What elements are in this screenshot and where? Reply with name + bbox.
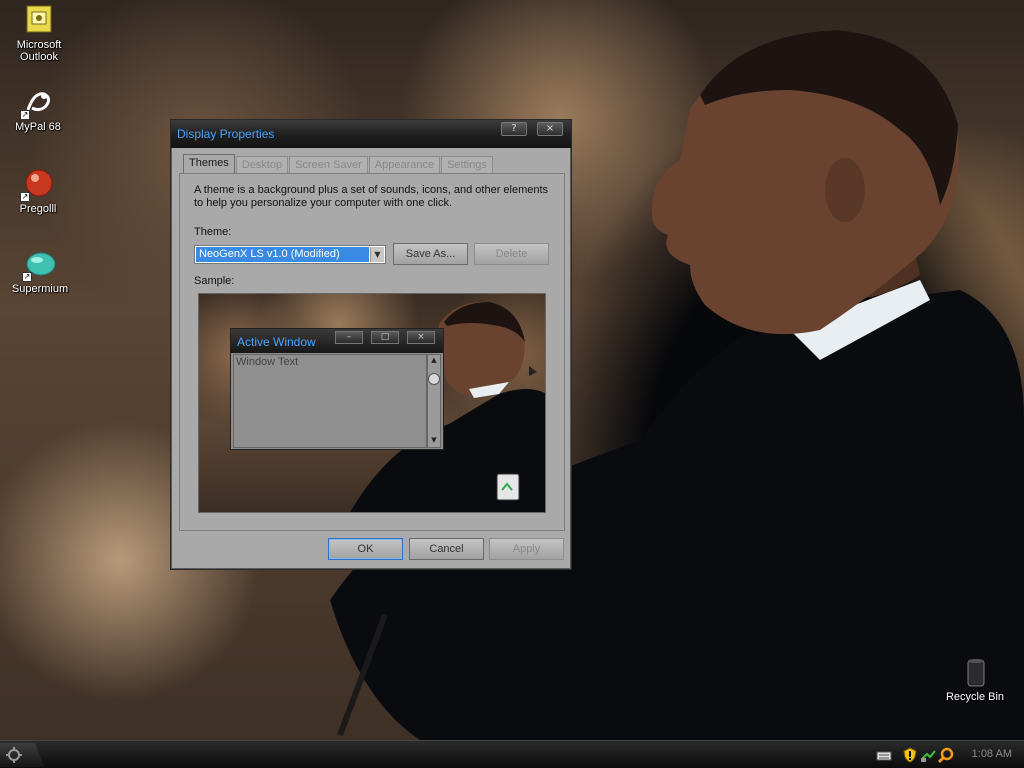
preview-active-window: Active Window – □ × Window Text ▲ ▼ <box>230 328 444 450</box>
desktop-icon-label: Outlook <box>20 51 58 63</box>
themes-description: A theme is a background plus a set of so… <box>194 184 549 209</box>
desktop-icon-label: Microsoft <box>16 39 62 51</box>
apply-button[interactable]: Apply <box>489 538 564 560</box>
recycle-bin-icon <box>959 656 991 688</box>
outlook-icon <box>23 4 55 36</box>
chevron-down-icon[interactable]: ▼ <box>370 247 384 262</box>
scroll-down-icon: ▼ <box>431 436 437 444</box>
shortcut-arrow-icon: ↗ <box>22 272 32 282</box>
ok-button[interactable]: OK <box>328 538 403 560</box>
shortcut-arrow-icon: ↗ <box>20 192 30 202</box>
system-tray: 1:08 AM <box>874 741 1024 768</box>
display-properties-dialog: Display Properties ? × Themes Desktop Sc… <box>170 119 572 570</box>
preview-scrollbar: ▲ ▼ <box>427 354 441 448</box>
tab-appearance[interactable]: Appearance <box>368 156 441 174</box>
theme-select[interactable]: NeoGenX LS v1.0 (Modified) ▼ <box>194 245 386 264</box>
preview-window-body: Window Text <box>233 354 427 448</box>
dialog-title: Display Properties <box>177 127 275 141</box>
delete-button[interactable]: Delete <box>474 243 549 265</box>
maximize-icon: □ <box>371 331 399 344</box>
preview-window-text: Window Text <box>236 356 299 368</box>
shortcut-arrow-icon: ↗ <box>20 110 30 120</box>
tab-desktop[interactable]: Desktop <box>235 156 289 174</box>
close-icon: × <box>407 331 435 344</box>
close-button[interactable]: × <box>537 122 563 136</box>
theme-label: Theme: <box>194 226 232 238</box>
desktop-icon-label: Supermium <box>11 283 69 295</box>
search-icon[interactable] <box>938 747 954 763</box>
taskbar: 1:08 AM <box>0 740 1024 768</box>
tab-strip: Themes Desktop Screen Saver Appearance S… <box>183 154 494 174</box>
scroll-up-icon: ▲ <box>431 356 437 364</box>
recycle-bin-icon <box>496 473 520 501</box>
desktop-icon-label: Pregolll <box>19 203 57 215</box>
pregolll-icon: ↗ <box>20 168 54 202</box>
desktop-icon-label: MyPal 68 <box>15 121 61 133</box>
desktop-icon-label: Recycle Bin <box>945 691 1005 703</box>
desktop-icon-supermium[interactable]: ↗ Supermium <box>2 248 78 295</box>
taskbar-clock[interactable]: 1:08 AM <box>972 748 1012 760</box>
supermium-icon: ↗ <box>22 248 56 282</box>
preview-title-bar: Active Window – □ × <box>231 329 443 353</box>
mypal-icon: ↗ <box>20 86 54 120</box>
start-logo-icon <box>6 747 22 763</box>
tab-themes[interactable]: Themes <box>183 154 235 174</box>
theme-sample-preview: Active Window – □ × Window Text ▲ ▼ <box>198 293 546 513</box>
network-icon[interactable] <box>920 747 936 763</box>
dialog-title-bar[interactable]: Display Properties ? × <box>171 120 571 148</box>
cancel-button[interactable]: Cancel <box>409 538 484 560</box>
tab-settings[interactable]: Settings <box>441 156 493 174</box>
shield-icon[interactable] <box>902 747 918 763</box>
desktop-icon-outlook[interactable]: Microsoft Outlook <box>1 4 77 63</box>
save-as-button[interactable]: Save As... <box>393 243 468 265</box>
keyboard-icon[interactable] <box>876 747 892 763</box>
theme-select-value: NeoGenX LS v1.0 (Modified) <box>196 247 369 262</box>
scroll-thumb <box>428 373 440 385</box>
sample-label: Sample: <box>194 275 235 287</box>
desktop-icon-mypal[interactable]: ↗ MyPal 68 <box>0 86 76 133</box>
preview-window-title: Active Window <box>237 335 316 349</box>
desktop-icon-pregolll[interactable]: ↗ Pregolll <box>0 168 76 215</box>
desktop-icon-recycle-bin[interactable]: Recycle Bin <box>937 656 1013 703</box>
minimize-icon: – <box>335 331 363 344</box>
start-button[interactable] <box>0 743 44 767</box>
themes-panel: A theme is a background plus a set of so… <box>179 173 565 531</box>
tab-screen-saver[interactable]: Screen Saver <box>289 156 368 174</box>
help-button[interactable]: ? <box>501 122 527 136</box>
